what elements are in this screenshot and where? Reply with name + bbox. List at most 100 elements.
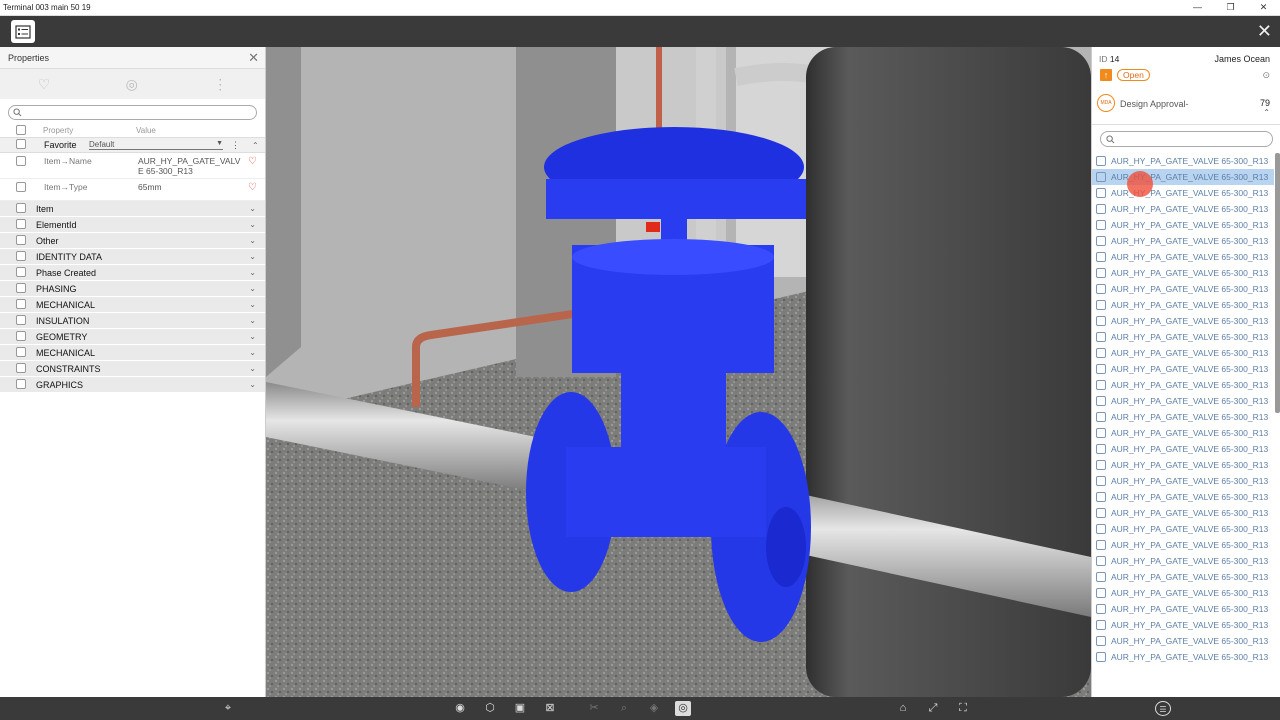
select-all-checkbox[interactable] — [16, 124, 26, 135]
section-checkbox[interactable] — [16, 330, 26, 341]
section-checkbox[interactable] — [16, 266, 26, 277]
element-list-item[interactable]: AUR_HY_PA_GATE_VALVE 65-300_R13 — [1092, 345, 1274, 361]
element-list-item[interactable]: AUR_HY_PA_GATE_VALVE 65-300_R13 — [1092, 265, 1274, 281]
section-row[interactable]: CONSTRAINTS ⌄ — [0, 361, 265, 377]
element-list-item[interactable]: AUR_HY_PA_GATE_VALVE 65-300_R13 — [1092, 377, 1274, 393]
status-badge[interactable]: Open — [1117, 69, 1150, 81]
list-view-icon[interactable]: ☰ — [1155, 701, 1171, 716]
section-checkbox[interactable] — [16, 298, 26, 309]
properties-search-input[interactable] — [8, 105, 257, 120]
section-checkbox[interactable] — [16, 234, 26, 245]
fit-view-icon[interactable]: ⛶ — [955, 701, 971, 716]
eye-icon[interactable]: ◉ — [452, 701, 468, 716]
camera-icon[interactable]: ⊙ — [1262, 70, 1270, 81]
element-list-item[interactable]: AUR_HY_PA_GATE_VALVE 65-300_R13 — [1092, 649, 1274, 665]
section-row[interactable]: Phase Created ⌄ — [0, 265, 265, 281]
chevron-down-icon[interactable]: ⌄ — [249, 300, 256, 309]
heart-icon[interactable]: ♡ — [38, 76, 51, 93]
close-view-icon[interactable]: ✕ — [1257, 22, 1272, 40]
visibility-toggle-icon[interactable]: ◎ — [675, 701, 691, 716]
layers-icon[interactable]: ◈ — [646, 701, 662, 716]
chevron-down-icon[interactable]: ⌄ — [249, 268, 256, 277]
element-list-item[interactable]: AUR_HY_PA_GATE_VALVE 65-300_R13 — [1092, 521, 1274, 537]
section-checkbox[interactable] — [16, 218, 26, 229]
tag-icon[interactable]: ◎ — [126, 76, 138, 93]
chevron-down-icon[interactable]: ⌄ — [249, 284, 256, 293]
chevron-up-icon[interactable]: ⌃ — [252, 141, 259, 150]
3d-viewport[interactable] — [266, 47, 1091, 697]
chevron-down-icon[interactable]: ⌄ — [249, 332, 256, 341]
elements-search-input[interactable] — [1100, 131, 1273, 147]
element-list-item[interactable]: AUR_HY_PA_GATE_VALVE 65-300_R13 — [1092, 185, 1274, 201]
more-vert-icon[interactable]: ⋮ — [231, 140, 240, 151]
chevron-up-icon[interactable]: ⌃ — [1263, 108, 1270, 117]
chevron-down-icon[interactable]: ⌄ — [249, 348, 256, 357]
more-vert-icon[interactable]: ⋮ — [213, 76, 227, 93]
element-list-item[interactable]: AUR_HY_PA_GATE_VALVE 65-300_R13 — [1092, 201, 1274, 217]
chevron-down-icon[interactable]: ⌄ — [249, 236, 256, 245]
element-list-item[interactable]: AUR_HY_PA_GATE_VALVE 65-300_R13 — [1092, 489, 1274, 505]
chevron-down-icon[interactable]: ⌄ — [249, 380, 256, 389]
section-checkbox[interactable] — [16, 202, 26, 213]
element-list-item[interactable]: AUR_HY_PA_GATE_VALVE 65-300_R13 — [1092, 425, 1274, 441]
section-row[interactable]: Other ⌄ — [0, 233, 265, 249]
favorite-checkbox[interactable] — [16, 139, 26, 149]
menu-button[interactable] — [11, 20, 35, 43]
favorite-dropdown[interactable]: Default ▼ — [89, 140, 223, 150]
section-checkbox[interactable] — [16, 362, 26, 373]
section-row[interactable]: INSULATION ⌄ — [0, 313, 265, 329]
chevron-down-icon[interactable]: ⌄ — [249, 252, 256, 261]
element-list-item[interactable]: AUR_HY_PA_GATE_VALVE 65-300_R13 — [1092, 473, 1274, 489]
section-row[interactable]: MECHANICAL ⌄ — [0, 297, 265, 313]
section-checkbox[interactable] — [16, 282, 26, 293]
element-list-item[interactable]: AUR_HY_PA_GATE_VALVE 65-300_R13 — [1092, 569, 1274, 585]
cube-icon[interactable]: ▣ — [512, 701, 528, 716]
chevron-down-icon[interactable]: ⌄ — [249, 204, 256, 213]
section-row[interactable]: GRAPHICS ⌄ — [0, 377, 265, 393]
element-list-item[interactable]: AUR_HY_PA_GATE_VALVE 65-300_R13 — [1092, 169, 1274, 185]
list-scrollbar[interactable] — [1275, 153, 1280, 413]
restore-icon[interactable]: ❐ — [1214, 2, 1247, 13]
element-list-item[interactable]: AUR_HY_PA_GATE_VALVE 65-300_R13 — [1092, 233, 1274, 249]
element-list-item[interactable]: AUR_HY_PA_GATE_VALVE 65-300_R13 — [1092, 361, 1274, 377]
section-checkbox[interactable] — [16, 314, 26, 325]
chevron-down-icon[interactable]: ⌄ — [249, 364, 256, 373]
fullscreen-icon[interactable]: ⤢ — [925, 701, 941, 716]
home-icon[interactable]: ⌂ — [895, 701, 911, 716]
chevron-down-icon[interactable]: ⌄ — [249, 316, 256, 325]
element-list-item[interactable]: AUR_HY_PA_GATE_VALVE 65-300_R13 — [1092, 441, 1274, 457]
row-checkbox[interactable] — [16, 156, 26, 166]
scissors-icon[interactable]: ✂ — [586, 701, 602, 716]
element-list-item[interactable]: AUR_HY_PA_GATE_VALVE 65-300_R13 — [1092, 281, 1274, 297]
window-close-icon[interactable]: ✕ — [1247, 2, 1280, 13]
element-list-item[interactable]: AUR_HY_PA_GATE_VALVE 65-300_R13 — [1092, 585, 1274, 601]
close-properties-icon[interactable]: ✕ — [248, 50, 259, 66]
element-list-item[interactable]: AUR_HY_PA_GATE_VALVE 65-300_R13 — [1092, 409, 1274, 425]
element-list-item[interactable]: AUR_HY_PA_GATE_VALVE 65-300_R13 — [1092, 457, 1274, 473]
section-checkbox[interactable] — [16, 378, 26, 389]
minimize-icon[interactable]: — — [1181, 2, 1214, 13]
section-checkbox[interactable] — [16, 250, 26, 261]
heart-icon[interactable]: ♡ — [248, 156, 257, 167]
section-row[interactable]: GEOMETRY ⌄ — [0, 329, 265, 345]
heart-icon[interactable]: ♡ — [248, 182, 257, 193]
box-outline-icon[interactable]: ⬡ — [482, 701, 498, 716]
section-row[interactable]: Item ⌄ — [0, 201, 265, 217]
element-list-item[interactable]: AUR_HY_PA_GATE_VALVE 65-300_R13 — [1092, 601, 1274, 617]
element-list-item[interactable]: AUR_HY_PA_GATE_VALVE 65-300_R13 — [1092, 217, 1274, 233]
element-list-item[interactable]: AUR_HY_PA_GATE_VALVE 65-300_R13 — [1092, 537, 1274, 553]
element-list-item[interactable]: AUR_HY_PA_GATE_VALVE 65-300_R13 — [1092, 393, 1274, 409]
element-list-item[interactable]: AUR_HY_PA_GATE_VALVE 65-300_R13 — [1092, 633, 1274, 649]
element-list-item[interactable]: AUR_HY_PA_GATE_VALVE 65-300_R13 — [1092, 313, 1274, 329]
element-list-item[interactable]: AUR_HY_PA_GATE_VALVE 65-300_R13 — [1092, 297, 1274, 313]
row-checkbox[interactable] — [16, 182, 26, 192]
location-pin-icon[interactable]: ⌖ — [220, 701, 236, 716]
measure-icon[interactable]: ⌕ — [616, 701, 632, 716]
element-list-item[interactable]: AUR_HY_PA_GATE_VALVE 65-300_R13 — [1092, 505, 1274, 521]
section-row[interactable]: PHASING ⌄ — [0, 281, 265, 297]
element-list-item[interactable]: AUR_HY_PA_GATE_VALVE 65-300_R13 — [1092, 329, 1274, 345]
section-row[interactable]: MECHANICAL ⌄ — [0, 345, 265, 361]
section-box-icon[interactable]: ⊠ — [542, 701, 558, 716]
element-list-item[interactable]: AUR_HY_PA_GATE_VALVE 65-300_R13 — [1092, 617, 1274, 633]
element-list-item[interactable]: AUR_HY_PA_GATE_VALVE 65-300_R13 — [1092, 553, 1274, 569]
